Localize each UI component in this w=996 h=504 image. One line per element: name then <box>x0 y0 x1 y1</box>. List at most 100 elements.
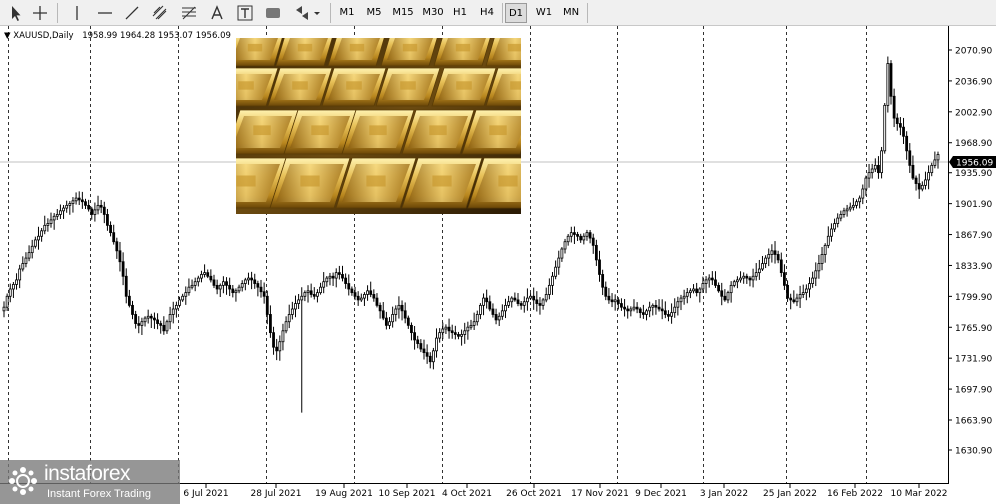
candle <box>33 236 37 249</box>
candle <box>425 344 429 364</box>
chevron-down-icon[interactable] <box>312 3 322 23</box>
candle <box>174 301 178 318</box>
candle <box>516 293 520 307</box>
timeframe-d1[interactable]: D1 <box>505 3 527 23</box>
candle <box>742 272 746 284</box>
toolbar-separator <box>502 3 503 23</box>
shapes-icon[interactable] <box>263 3 283 23</box>
candle <box>717 282 721 293</box>
timeframe-m30[interactable]: M30 <box>419 3 447 23</box>
candle <box>406 315 410 329</box>
candle <box>146 309 150 324</box>
candle <box>281 323 285 351</box>
candle <box>594 239 598 266</box>
candle <box>645 308 648 321</box>
candle <box>422 339 426 360</box>
candle <box>842 207 846 218</box>
candle <box>723 289 727 302</box>
candle <box>482 293 485 316</box>
candle <box>726 290 730 304</box>
candle <box>529 293 532 300</box>
candle <box>265 290 269 325</box>
candle <box>497 312 501 326</box>
candle <box>96 195 100 215</box>
toolbar: M1 M5 M15 M30 H1 H4 D1 W1 MN <box>0 0 996 26</box>
candle <box>500 304 504 320</box>
timeframe-mn[interactable]: MN <box>559 3 583 23</box>
candle <box>851 197 855 211</box>
text-label-icon[interactable] <box>235 3 255 23</box>
candle <box>598 250 601 282</box>
price-tick-label: 2036.90 <box>955 77 992 87</box>
candle <box>679 294 683 311</box>
candle <box>444 324 448 335</box>
trendline-icon[interactable] <box>122 3 142 23</box>
timeframe-w1[interactable]: W1 <box>532 3 556 23</box>
candle <box>322 272 326 294</box>
candle <box>601 269 605 296</box>
candle <box>883 103 887 154</box>
arrows-icon[interactable] <box>292 3 312 23</box>
candle <box>384 311 388 330</box>
candle <box>193 277 197 292</box>
candle <box>535 291 539 312</box>
candle <box>808 277 811 298</box>
candle <box>143 316 147 327</box>
candle <box>18 264 22 289</box>
candle <box>37 226 40 250</box>
candle <box>569 226 573 243</box>
candle <box>162 316 166 335</box>
vertical-line-icon[interactable] <box>67 3 87 23</box>
candle <box>720 282 724 306</box>
candle <box>754 263 758 281</box>
timeframe-h4[interactable]: H4 <box>476 3 498 23</box>
timeframe-m1[interactable]: M1 <box>335 3 359 23</box>
candle <box>269 305 272 338</box>
candle <box>607 288 611 304</box>
candle <box>927 165 930 190</box>
candle <box>87 199 91 212</box>
time-tick-label: 3 Jan 2022 <box>700 489 748 499</box>
candle <box>491 303 495 318</box>
candle <box>739 271 742 283</box>
expand-arrow-icon[interactable]: ▼ <box>4 31 11 41</box>
candle <box>873 158 877 173</box>
timeframe-h1[interactable]: H1 <box>449 3 471 23</box>
candle <box>801 284 805 298</box>
candle <box>779 252 783 277</box>
price-tick-label: 2070.90 <box>955 47 992 57</box>
candle <box>153 312 156 329</box>
candle <box>225 277 228 295</box>
current-price-label: 1956.09 <box>949 156 996 169</box>
candle <box>80 191 84 209</box>
candle <box>159 320 163 334</box>
candle <box>312 287 316 300</box>
candle <box>620 298 623 311</box>
candle <box>231 284 235 298</box>
candle <box>90 206 94 220</box>
timeframe-m5[interactable]: M5 <box>362 3 386 23</box>
candle <box>616 297 620 310</box>
candle <box>880 146 883 179</box>
candle <box>798 285 802 308</box>
timeframe-m15[interactable]: M15 <box>389 3 417 23</box>
text-icon[interactable] <box>207 3 227 23</box>
gold-bar <box>275 38 333 67</box>
channel-icon[interactable] <box>150 3 170 23</box>
candle <box>641 304 645 319</box>
cursor-icon[interactable] <box>6 3 26 23</box>
watermark-brand: instaforex <box>44 462 131 485</box>
candle <box>547 278 551 300</box>
candle <box>109 221 112 237</box>
candle <box>344 273 348 289</box>
horizontal-line-icon[interactable] <box>95 3 115 23</box>
candle <box>196 275 200 287</box>
candle <box>140 317 144 336</box>
candle <box>328 272 332 286</box>
fibonacci-icon[interactable] <box>179 3 199 23</box>
candle <box>917 173 921 199</box>
crosshair-icon[interactable] <box>30 3 50 23</box>
toolbar-separator <box>57 3 58 23</box>
candle <box>710 271 714 285</box>
candle <box>403 302 407 324</box>
